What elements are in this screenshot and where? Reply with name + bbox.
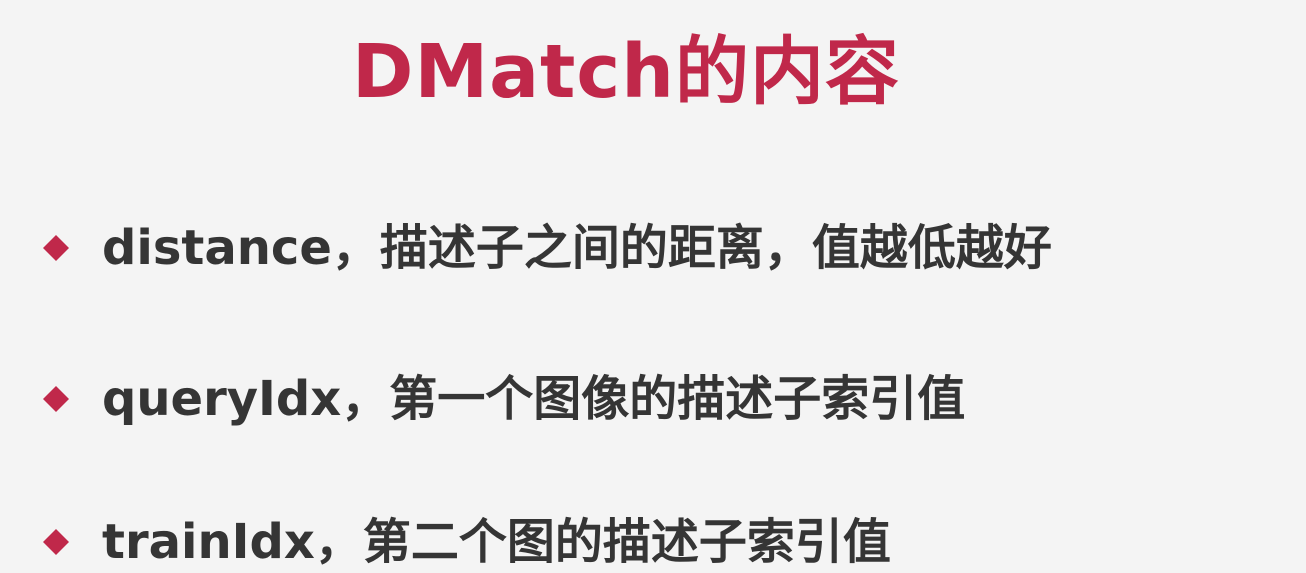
slide-title: DMatch的内容 <box>352 29 900 115</box>
bullet-item-trainidx: trainIdx，第二个图的描述子索引值 <box>42 506 891 573</box>
bullet-item-queryidx: queryIdx，第一个图像的描述子索引值 <box>42 363 965 435</box>
bullet-item-distance: distance，描述子之间的距离，值越低越好 <box>42 212 1052 284</box>
diamond-bullet-icon <box>42 385 70 413</box>
slide: DMatch的内容 distance，描述子之间的距离，值越低越好 queryI… <box>0 0 1306 573</box>
bullet-text: distance，描述子之间的距离，值越低越好 <box>102 220 1052 276</box>
diamond-bullet-icon <box>42 528 70 556</box>
bullet-text: trainIdx，第二个图的描述子索引值 <box>102 514 891 570</box>
bullet-text: queryIdx，第一个图像的描述子索引值 <box>102 371 966 427</box>
diamond-bullet-icon <box>42 234 70 262</box>
